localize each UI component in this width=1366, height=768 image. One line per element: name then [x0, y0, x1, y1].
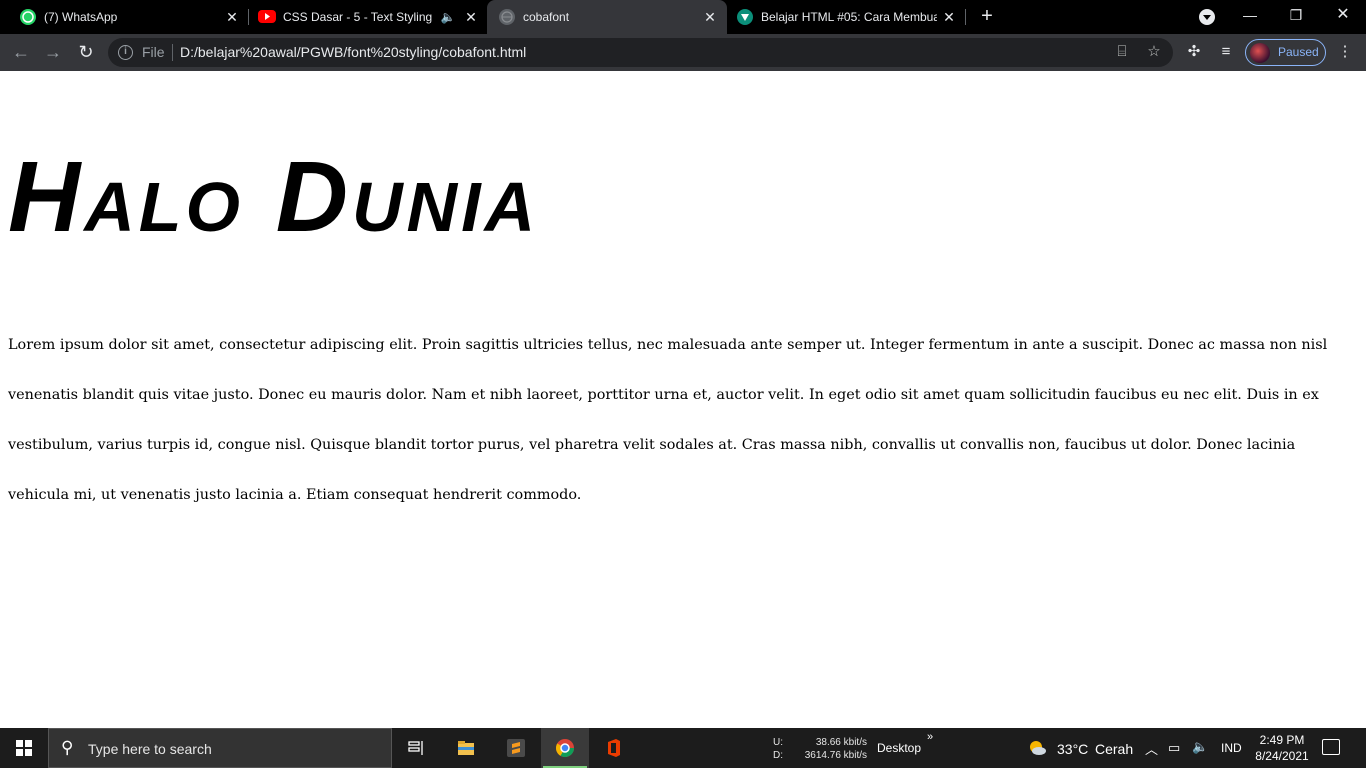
close-tab-icon[interactable]: ✕	[463, 9, 479, 25]
tab-strip: (7) WhatsApp ✕ CSS Dasar - 5 - Text Styl…	[0, 0, 1366, 34]
input-language[interactable]: IND	[1221, 741, 1242, 755]
address-bar[interactable]: i File D:/belajar%20awal/PGWB/font%20sty…	[108, 38, 1173, 67]
url-text[interactable]: D:/belajar%20awal/PGWB/font%20styling/co…	[180, 44, 526, 60]
download-speed: 3614.76 kbit/s	[804, 750, 867, 761]
tab-title: (7) WhatsApp	[44, 10, 118, 24]
task-view-icon	[408, 741, 423, 755]
task-view-button[interactable]	[392, 728, 440, 768]
youtube-icon	[258, 10, 276, 23]
profile-status: Paused	[1278, 45, 1319, 59]
taskbar-app-file-explorer[interactable]	[442, 728, 490, 768]
toolbar-expand-icon[interactable]: »	[927, 731, 933, 743]
tab-belajar-html[interactable]: Belajar HTML #05: Cara Membuat ✕	[729, 0, 965, 34]
page-paragraph: Lorem ipsum dolor sit amet, consectetur …	[8, 337, 1328, 503]
chrome-icon	[555, 739, 574, 758]
office-icon	[608, 739, 620, 757]
profile-button[interactable]: Paused	[1245, 39, 1326, 66]
taskbar-app-office[interactable]	[590, 728, 638, 768]
globe-icon	[499, 9, 515, 25]
close-tab-icon[interactable]: ✕	[224, 9, 240, 25]
weather-icon[interactable]	[1027, 738, 1047, 758]
tab-search-icon[interactable]	[1199, 9, 1215, 25]
translate-icon[interactable]: ⌸	[1113, 43, 1131, 61]
weather-temperature[interactable]: 33°C	[1057, 741, 1088, 757]
forward-button[interactable]: →	[39, 39, 67, 67]
search-placeholder: Type here to search	[88, 741, 212, 757]
tab-css-dasar[interactable]: CSS Dasar - 5 - Text Styling 🔈 ✕	[250, 0, 486, 34]
system-clock[interactable]: 2:49 PM 8/24/2021	[1254, 732, 1310, 764]
avatar	[1250, 43, 1270, 63]
tab-whatsapp[interactable]: (7) WhatsApp ✕	[8, 0, 248, 34]
network-speed-widget: U: 38.66 kbit/s D: 3614.76 kbit/s	[773, 736, 867, 762]
close-tab-icon[interactable]: ✕	[941, 9, 957, 25]
battery-icon[interactable]: ▭	[1168, 740, 1180, 756]
minimize-button[interactable]: —	[1227, 0, 1273, 34]
new-tab-button[interactable]: +	[977, 6, 997, 27]
close-tab-icon[interactable]: ✕	[702, 9, 718, 25]
back-button[interactable]: ←	[7, 39, 35, 67]
restore-button[interactable]: ❐	[1273, 0, 1319, 34]
omnibox-divider	[172, 44, 173, 61]
download-label: D:	[773, 750, 783, 761]
search-icon: ⚲	[61, 738, 74, 757]
whatsapp-icon	[20, 9, 36, 25]
notification-center-icon[interactable]	[1322, 739, 1340, 755]
taskbar-app-chrome[interactable]	[541, 728, 589, 768]
browser-toolbar: ← → ↻ i File D:/belajar%20awal/PGWB/font…	[0, 34, 1366, 71]
tab-title: cobafont	[523, 10, 570, 24]
menu-icon[interactable]: ⋮	[1335, 42, 1355, 62]
speaker-icon[interactable]: 🔈	[440, 9, 456, 25]
taskbar-search-box[interactable]: ⚲ Type here to search	[48, 728, 392, 768]
bookmark-star-icon[interactable]: ☆	[1145, 43, 1163, 61]
chevron-up-icon[interactable]: ︿	[1145, 739, 1158, 758]
volume-icon[interactable]: 🔈	[1192, 739, 1208, 755]
windows-taskbar: ⚲ Type here to search U: 38.66 kbit/s D:…	[0, 728, 1366, 768]
close-window-button[interactable]: ✕	[1320, 0, 1366, 34]
tab-divider	[965, 9, 966, 25]
page-heading: Halo Dunia	[8, 141, 540, 253]
reload-button[interactable]: ↻	[72, 39, 100, 67]
desktop-toolbar-label[interactable]: Desktop	[877, 741, 921, 755]
tab-cobafont[interactable]: cobafont ✕	[487, 0, 727, 34]
taskbar-app-sublime[interactable]	[492, 728, 540, 768]
weather-description[interactable]: Cerah	[1095, 741, 1133, 757]
tab-title: CSS Dasar - 5 - Text Styling	[283, 10, 433, 24]
clock-time: 2:49 PM	[1259, 733, 1305, 747]
sublime-text-icon	[507, 739, 525, 757]
media-control-icon[interactable]: ≡	[1216, 42, 1236, 62]
site-info-icon[interactable]: i	[118, 45, 133, 60]
start-button[interactable]	[0, 728, 48, 768]
upload-speed: 38.66 kbit/s	[815, 737, 867, 748]
tab-title: Belajar HTML #05: Cara Membuat	[761, 10, 937, 24]
extensions-icon[interactable]: ✣	[1184, 42, 1204, 62]
windows-logo-icon	[16, 740, 32, 756]
site-icon	[737, 9, 753, 25]
folder-icon	[458, 741, 474, 755]
scheme-label: File	[142, 44, 165, 60]
clock-date: 8/24/2021	[1255, 749, 1309, 763]
upload-label: U:	[773, 737, 783, 748]
tab-divider	[248, 9, 249, 25]
page-viewport: Halo Dunia Lorem ipsum dolor sit amet, c…	[0, 71, 1366, 728]
